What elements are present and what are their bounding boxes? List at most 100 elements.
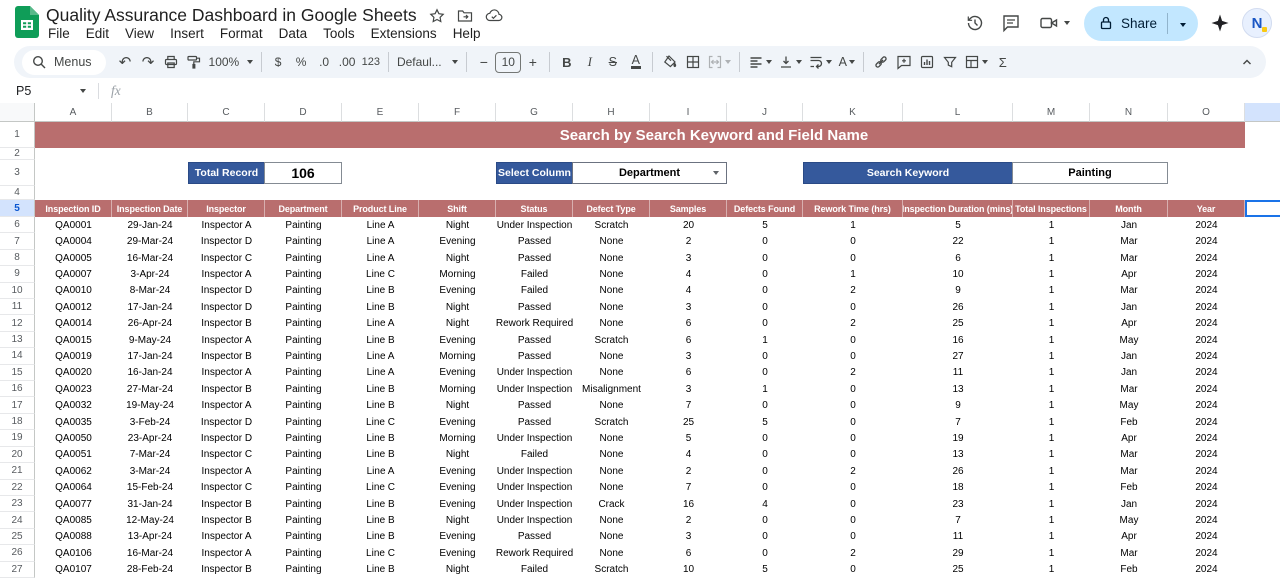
empty-row[interactable] (35, 148, 1280, 160)
table-cell[interactable]: 2024 (1168, 365, 1245, 381)
row-header-11[interactable]: 11 (0, 299, 35, 315)
row-header-14[interactable]: 14 (0, 348, 35, 364)
table-cell[interactable]: QA0019 (35, 348, 112, 364)
table-cell[interactable]: 5 (650, 430, 727, 446)
table-cell[interactable]: 2024 (1168, 414, 1245, 430)
column-header-e[interactable]: E (342, 103, 419, 122)
table-cell[interactable]: None (573, 266, 650, 282)
table-cell[interactable]: May (1090, 332, 1168, 348)
table-cell[interactable]: 16 (650, 496, 727, 512)
table-cell[interactable]: Under Inspection (496, 496, 573, 512)
table-cell[interactable]: 16-Mar-24 (112, 250, 188, 266)
table-cell[interactable]: 1 (1013, 414, 1090, 430)
table-cell[interactable]: 2024 (1168, 332, 1245, 348)
table-cell[interactable]: Jan (1090, 365, 1168, 381)
table-cell[interactable]: Jan (1090, 348, 1168, 364)
table-cell[interactable]: Painting (265, 233, 342, 249)
menu-tools[interactable]: Tools (315, 24, 363, 43)
table-cell[interactable]: Inspector A (188, 397, 265, 413)
table-column-header[interactable]: Inspection Duration (mins) (903, 200, 1013, 217)
table-cell[interactable]: 5 (727, 217, 803, 233)
table-cell[interactable]: Inspector A (188, 463, 265, 479)
table-cell[interactable]: 0 (727, 463, 803, 479)
table-cell[interactable]: Inspector A (188, 529, 265, 545)
table-cell[interactable]: Rework Required (496, 315, 573, 331)
table-cell[interactable]: 2 (650, 233, 727, 249)
table-cell[interactable]: Night (419, 447, 496, 463)
table-cell[interactable]: 7 (650, 397, 727, 413)
row-header-6[interactable]: 6 (0, 217, 35, 233)
table-cell[interactable]: Feb (1090, 562, 1168, 578)
table-cell[interactable]: 3-Mar-24 (112, 463, 188, 479)
table-cell[interactable]: 25 (903, 562, 1013, 578)
table-cell[interactable]: Inspector C (188, 447, 265, 463)
row-header-20[interactable]: 20 (0, 447, 35, 463)
table-cell[interactable]: None (573, 348, 650, 364)
table-cell[interactable]: 26 (903, 299, 1013, 315)
table-cell[interactable]: 26-Apr-24 (112, 315, 188, 331)
table-cell[interactable]: Inspector A (188, 545, 265, 561)
table-cell[interactable]: Line B (342, 283, 419, 299)
table-cell[interactable]: 2024 (1168, 447, 1245, 463)
table-cell[interactable]: 11 (903, 529, 1013, 545)
table-cell[interactable]: 23 (903, 496, 1013, 512)
table-cell[interactable]: Inspector D (188, 233, 265, 249)
increase-decimal-button[interactable]: .00 (336, 50, 359, 74)
menu-insert[interactable]: Insert (162, 24, 212, 43)
font-size-input[interactable]: 10 (495, 52, 521, 73)
formula-input[interactable] (121, 78, 1280, 103)
table-cell[interactable]: None (573, 447, 650, 463)
star-icon[interactable] (429, 8, 445, 24)
table-cell[interactable]: 0 (727, 348, 803, 364)
row-header-3[interactable]: 3 (0, 160, 35, 186)
table-cell[interactable]: Under Inspection (496, 217, 573, 233)
table-cell[interactable]: Evening (419, 545, 496, 561)
table-cell[interactable]: 1 (1013, 463, 1090, 479)
table-cell[interactable]: 1 (1013, 545, 1090, 561)
table-cell[interactable]: 2024 (1168, 315, 1245, 331)
table-cell[interactable]: Feb (1090, 480, 1168, 496)
sum-functions-button[interactable]: Σ (991, 50, 1014, 74)
column-header-m[interactable]: M (1013, 103, 1090, 122)
table-cell[interactable]: 0 (803, 348, 903, 364)
table-cell[interactable]: Painting (265, 365, 342, 381)
table-cell[interactable]: Line B (342, 397, 419, 413)
insert-table-button[interactable] (961, 50, 991, 74)
table-cell[interactable]: 2024 (1168, 250, 1245, 266)
vertical-align-button[interactable] (775, 50, 805, 74)
account-avatar[interactable]: N (1242, 8, 1272, 38)
table-cell[interactable]: 22 (903, 233, 1013, 249)
table-cell[interactable]: Scratch (573, 332, 650, 348)
table-cell[interactable]: None (573, 315, 650, 331)
table-cell[interactable]: Under Inspection (496, 430, 573, 446)
table-cell[interactable]: 0 (727, 250, 803, 266)
insert-link-button[interactable] (869, 50, 892, 74)
row-header-24[interactable]: 24 (0, 512, 35, 528)
table-cell[interactable]: 25 (650, 414, 727, 430)
table-cell[interactable]: 1 (1013, 447, 1090, 463)
share-dropdown[interactable] (1168, 14, 1198, 32)
table-cell[interactable]: 25 (903, 315, 1013, 331)
table-cell[interactable]: 2 (803, 315, 903, 331)
table-cell[interactable]: 11 (903, 365, 1013, 381)
table-cell[interactable]: 1 (727, 381, 803, 397)
table-cell[interactable]: Inspector C (188, 250, 265, 266)
table-cell[interactable]: QA0012 (35, 299, 112, 315)
table-cell[interactable]: Failed (496, 266, 573, 282)
table-cell[interactable]: Painting (265, 217, 342, 233)
table-cell[interactable]: None (573, 365, 650, 381)
table-cell[interactable]: 4 (650, 266, 727, 282)
menu-edit[interactable]: Edit (78, 24, 117, 43)
table-cell[interactable]: QA0005 (35, 250, 112, 266)
column-header-c[interactable]: C (188, 103, 265, 122)
table-cell[interactable]: Inspector B (188, 496, 265, 512)
table-cell[interactable]: Inspector A (188, 365, 265, 381)
name-box[interactable]: P5 (0, 84, 86, 98)
table-cell[interactable]: 1 (1013, 397, 1090, 413)
table-cell[interactable]: Mar (1090, 463, 1168, 479)
table-cell[interactable]: 2024 (1168, 562, 1245, 578)
table-cell[interactable]: 2 (650, 463, 727, 479)
table-cell[interactable]: 0 (727, 480, 803, 496)
table-cell[interactable]: Mar (1090, 233, 1168, 249)
table-cell[interactable]: Painting (265, 332, 342, 348)
